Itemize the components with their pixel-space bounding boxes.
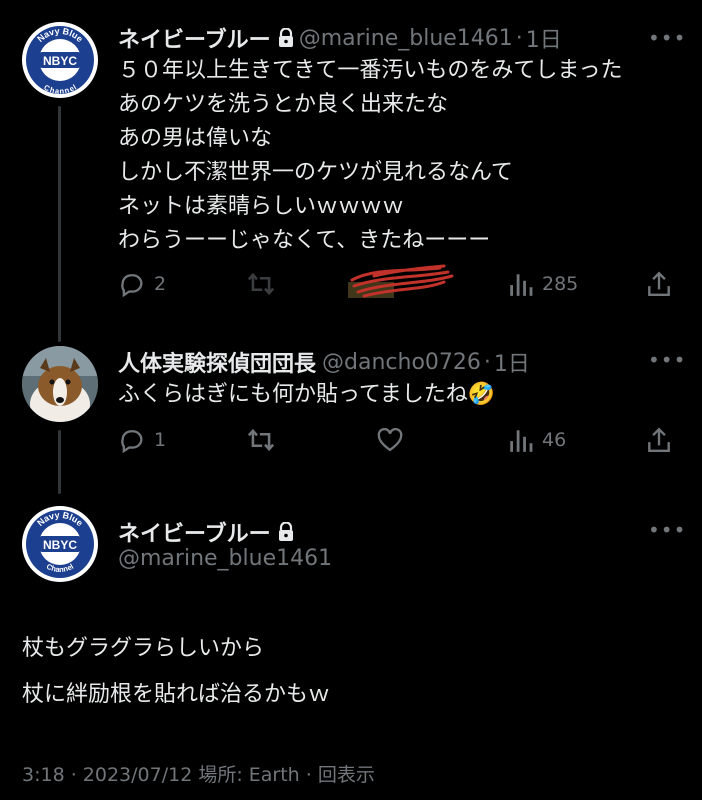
tweet-line: 杖もグラグラらしいから (22, 636, 265, 661)
share-icon (648, 271, 670, 296)
lock-icon (278, 522, 293, 541)
handle[interactable]: @marine_blue1461 (299, 26, 513, 51)
retweet-icon (247, 428, 275, 452)
nbyc-logo-icon: Navy Blue Channel NBYC (23, 507, 97, 581)
share-button[interactable] (646, 270, 672, 298)
tweet1-text: ５０年以上生きてきて一番汚いものをみてしまった あのケツを洗うとか良く出来たな … (118, 54, 622, 258)
thread-line (58, 106, 61, 342)
tweet-meta: 3:18 · 2023/07/12 場所: Earth · 回表示 (22, 764, 375, 786)
display-name[interactable]: 人体実験探偵団団長 (118, 346, 316, 378)
tweet-line: あの男は偉いな (118, 126, 273, 151)
handle[interactable]: @dancho0726 (322, 350, 481, 375)
display-name[interactable]: ネイビーブルー (118, 22, 271, 54)
thread-line (58, 430, 61, 494)
tweet1-header: ネイビーブルー @marine_blue1461 · 1日 (118, 22, 562, 54)
tweet-line: ５０年以上生きてきて一番汚いものをみてしまった (118, 58, 623, 83)
tweet-line: しかし不潔世界一のケツが見れるなんて (118, 160, 513, 185)
reply-bubble-icon (121, 274, 143, 298)
display-name[interactable]: ネイビーブルー (118, 516, 271, 548)
like-button[interactable] (376, 426, 404, 454)
handle[interactable]: @marine_blue1461 (118, 546, 332, 571)
tweet-line: 杖に絆励根を貼れば治るかもｗ (22, 682, 331, 707)
main-tweet-text: 杖もグラグラらしいから 杖に絆励根を貼れば治るかもｗ (22, 626, 330, 718)
separator: · (483, 349, 491, 375)
views-button[interactable]: 46 (508, 426, 566, 454)
views-bars-icon (510, 274, 533, 296)
heart-icon (377, 427, 403, 452)
more-dots-icon[interactable]: ••• (648, 518, 686, 542)
dog-avatar-icon (22, 346, 98, 422)
reply-count: 1 (154, 429, 167, 451)
retweet-icon (247, 272, 275, 296)
reply-count: 2 (154, 273, 167, 295)
timestamp[interactable]: 1日 (494, 346, 530, 378)
views-button[interactable]: 285 (508, 270, 578, 298)
main-tweet-header: ネイビーブルー (118, 516, 299, 548)
views-bars-icon (510, 430, 533, 452)
nbyc-logo-icon: Navy Blue Channel NBYC (23, 23, 97, 97)
avatar[interactable]: Navy Blue Channel NBYC (22, 506, 98, 582)
tweet2-header: 人体実験探偵団団長 @dancho0726 · 1日 (118, 346, 530, 378)
reply-bubble-icon (121, 430, 143, 454)
tweet-line: ネットは素晴らしいｗｗｗｗ (118, 194, 405, 219)
more-dots-icon[interactable]: ••• (648, 26, 686, 50)
logo-center-text: NBYC (43, 54, 77, 68)
logo-center-text: NBYC (43, 538, 77, 552)
separator: · (515, 25, 523, 51)
share-button[interactable] (646, 426, 672, 454)
retweet-button[interactable] (246, 426, 276, 454)
reply-button[interactable]: 2 (118, 270, 166, 298)
redaction-scribble-icon (348, 264, 454, 298)
avatar[interactable] (22, 346, 98, 422)
tweet-line: わらうーーじゃなくて、きたねーーー (118, 228, 491, 253)
more-dots-icon[interactable]: ••• (648, 348, 686, 372)
lock-icon (278, 28, 293, 47)
tweet-text: ふくらはぎにも何か貼ってましたね🤣 (118, 382, 496, 407)
redaction-scribble (344, 262, 456, 304)
share-icon (648, 427, 670, 452)
reply-button[interactable]: 1 (118, 426, 166, 454)
timestamp[interactable]: 1日 (526, 22, 562, 54)
tweet-line: あのケツを洗うとか良く出来たな (118, 92, 449, 117)
avatar[interactable]: Navy Blue Channel NBYC (22, 22, 98, 98)
views-count: 285 (542, 273, 579, 295)
retweet-button[interactable] (246, 270, 276, 298)
views-count: 46 (542, 429, 567, 451)
